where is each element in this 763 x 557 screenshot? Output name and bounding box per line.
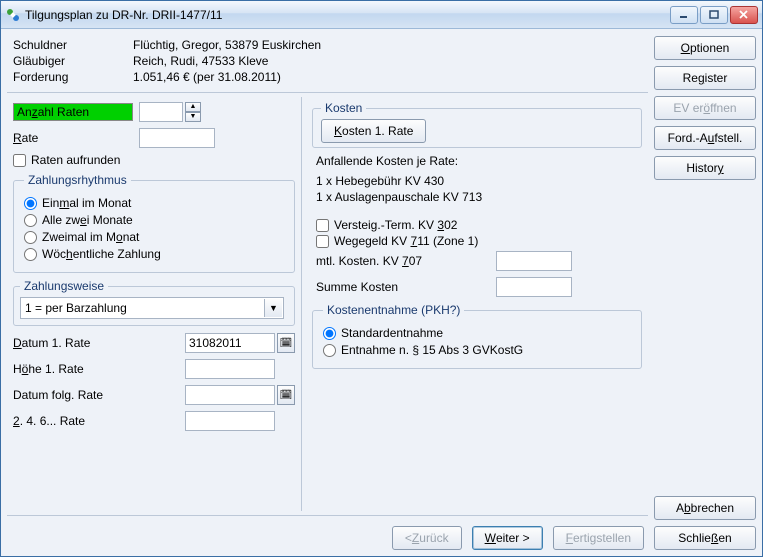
schliessen-button[interactable]: Schließen: [654, 526, 756, 550]
kosten-line2: 1 x Auslagenpauschale KV 713: [316, 190, 642, 204]
mtl-label: mtl. Kosten. KV 707: [316, 254, 496, 268]
hoehe-input[interactable]: [185, 359, 275, 379]
pkh-std-radio[interactable]: [323, 327, 336, 340]
glaeubiger-value: Reich, Rudi, 47533 Kleve: [133, 54, 268, 68]
rhythmus-zweimal-label: Zweimal im Monat: [42, 230, 139, 244]
raten-aufrunden-label: Raten aufrunden: [31, 153, 120, 167]
history-button[interactable]: History: [654, 156, 756, 180]
window-title: Tilgungsplan zu DR-Nr. DRII-1477/11: [25, 8, 670, 22]
versteig-checkbox[interactable]: [316, 219, 329, 232]
datum-folg-input[interactable]: [185, 385, 275, 405]
pkh-15-radio[interactable]: [323, 344, 336, 357]
anfallende-label: Anfallende Kosten je Rate:: [316, 154, 642, 168]
window: Tilgungsplan zu DR-Nr. DRII-1477/11 Schu…: [0, 0, 763, 557]
kosten-line1: 1 x Hebegebühr KV 430: [316, 174, 642, 188]
app-icon: [5, 7, 21, 23]
rhythmus-zwei-radio[interactable]: [24, 214, 37, 227]
pkh-group: Kostenentnahme (PKH?) Standardentnahme E…: [312, 303, 642, 369]
rhythmus-zweimal-radio[interactable]: [24, 231, 37, 244]
datum-folg-label: Datum folg. Rate: [13, 388, 143, 402]
zahlungsweise-select[interactable]: 1 = per Barzahlung ▼: [20, 297, 284, 319]
rate-input[interactable]: [139, 128, 215, 148]
raten-aufrunden-checkbox[interactable]: [13, 154, 26, 167]
zahlungsrhythmus-legend: Zahlungsrhythmus: [24, 173, 131, 187]
rate246-input[interactable]: [185, 411, 275, 431]
fertigstellen-button: Fertigstellen: [553, 526, 644, 550]
anzahl-raten-spinner[interactable]: ▲ ▼: [185, 102, 201, 122]
weiter-button[interactable]: Weiter >: [472, 526, 543, 550]
rhythmus-monat-radio[interactable]: [24, 197, 37, 210]
abbrechen-button[interactable]: Abbrechen: [654, 496, 756, 520]
summe-input[interactable]: [496, 277, 572, 297]
calendar-icon: 🗓: [280, 338, 293, 349]
rate-label: Rate: [13, 131, 139, 145]
anzahl-raten-input[interactable]: [139, 102, 183, 122]
versteig-label: Versteig.-Term. KV 302: [334, 218, 457, 232]
chevron-down-icon: ▼: [264, 299, 282, 317]
header-info: Schuldner Flüchtig, Gregor, 53879 Euskir…: [7, 34, 648, 92]
schuldner-value: Flüchtig, Gregor, 53879 Euskirchen: [133, 38, 321, 52]
pkh-15-label: Entnahme n. § 15 Abs 3 GVKostG: [341, 343, 523, 357]
wegegeld-checkbox[interactable]: [316, 235, 329, 248]
schuldner-label: Schuldner: [13, 38, 133, 52]
kosten-legend: Kosten: [321, 101, 366, 115]
zahlungsweise-group: Zahlungsweise 1 = per Barzahlung ▼: [13, 279, 295, 326]
hoehe-label: Höhe 1. Rate: [13, 362, 143, 376]
optionen-button[interactable]: Optionen: [654, 36, 756, 60]
rhythmus-woche-radio[interactable]: [24, 248, 37, 261]
window-controls: [670, 6, 758, 24]
zurueck-button: < Zurück: [392, 526, 462, 550]
forderung-value: 1.051,46 € (per 31.08.2011): [133, 70, 281, 84]
right-panel: Kosten Kosten 1. Rate Anfallende Kosten …: [306, 97, 648, 511]
datum1-calendar-button[interactable]: 🗓: [277, 333, 295, 353]
maximize-button[interactable]: [700, 6, 728, 24]
forderung-label: Forderung: [13, 70, 133, 84]
left-panel: Anzahl Raten ▲ ▼ Rate: [7, 97, 302, 511]
register-button[interactable]: Register: [654, 66, 756, 90]
spinner-up-icon[interactable]: ▲: [185, 102, 201, 112]
mtl-input[interactable]: [496, 251, 572, 271]
datum1-input[interactable]: [185, 333, 275, 353]
ford-aufstell-button[interactable]: Ford.-Aufstell.: [654, 126, 756, 150]
zahlungsrhythmus-group: Zahlungsrhythmus Einmal im Monat Alle zw…: [13, 173, 295, 273]
calendar-icon: 🗓: [280, 390, 293, 401]
anzahl-raten-label: Anzahl Raten: [13, 103, 133, 121]
rhythmus-zwei-label: Alle zwei Monate: [42, 213, 133, 227]
datum1-label: Datum 1. Rate: [13, 336, 143, 350]
kosten-group: Kosten Kosten 1. Rate: [312, 101, 642, 148]
glaeubiger-label: Gläubiger: [13, 54, 133, 68]
kosten1-button[interactable]: Kosten 1. Rate: [321, 119, 426, 143]
wizard-bar: < Zurück Weiter > Fertigstellen: [7, 515, 648, 550]
pkh-legend: Kostenentnahme (PKH?): [323, 303, 464, 317]
minimize-button[interactable]: [670, 6, 698, 24]
rhythmus-monat-label: Einmal im Monat: [42, 196, 131, 210]
evoeffnen-button: EV eröffnen: [654, 96, 756, 120]
rate246-label: 2. 4. 6... Rate: [13, 414, 143, 428]
spinner-down-icon[interactable]: ▼: [185, 112, 201, 122]
zahlungsweise-selected: 1 = per Barzahlung: [25, 301, 127, 315]
zahlungsweise-legend: Zahlungsweise: [20, 279, 108, 293]
wegegeld-label: Wegegeld KV 711 (Zone 1): [334, 234, 478, 248]
summe-label: Summe Kosten: [316, 280, 496, 294]
datum-folg-calendar-button[interactable]: 🗓: [277, 385, 295, 405]
titlebar: Tilgungsplan zu DR-Nr. DRII-1477/11: [1, 1, 762, 29]
close-button[interactable]: [730, 6, 758, 24]
rhythmus-woche-label: Wöchentliche Zahlung: [42, 247, 161, 261]
pkh-std-label: Standardentnahme: [341, 326, 443, 340]
side-buttons: Optionen Register EV eröffnen Ford.-Aufs…: [654, 34, 756, 550]
